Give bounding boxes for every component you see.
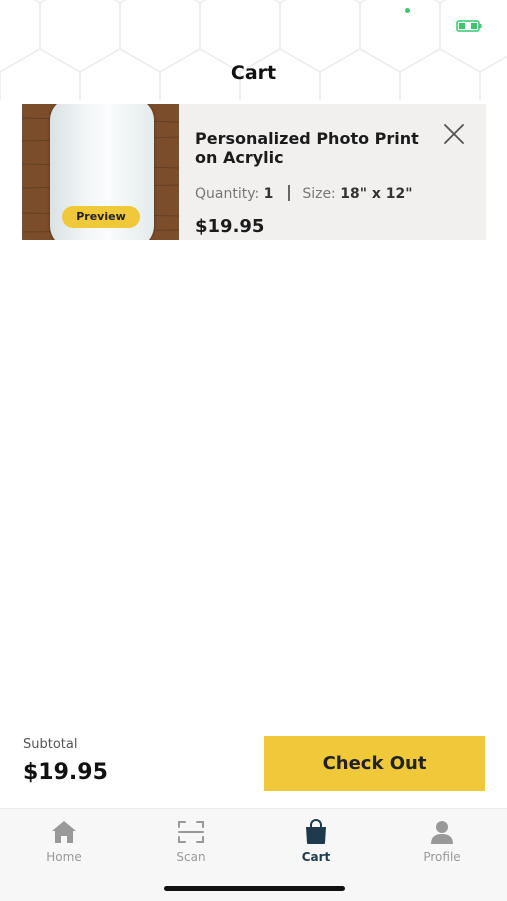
scan-icon (178, 821, 204, 843)
preview-button[interactable]: Preview (62, 206, 140, 228)
tab-label-cart: Cart (301, 850, 331, 864)
battery-icon (456, 20, 482, 32)
details-divider (287, 185, 290, 201)
status-indicator-dot (405, 8, 410, 13)
checkout-button[interactable]: Check Out (264, 736, 485, 791)
shopping-bag-icon (306, 819, 326, 844)
tab-label-home: Home (46, 850, 82, 864)
item-details: Quantity: 1 Size: 18" x 12" (195, 185, 413, 202)
close-icon[interactable] (442, 122, 466, 146)
profile-icon (431, 821, 453, 844)
tab-profile[interactable]: Profile (392, 819, 492, 864)
tab-cart[interactable]: Cart (266, 819, 366, 864)
tab-label-profile: Profile (423, 850, 461, 864)
home-indicator[interactable] (164, 886, 345, 891)
page-title: Cart (230, 62, 277, 84)
product-thumbnail[interactable]: Preview (22, 104, 179, 240)
tab-scan[interactable]: Scan (141, 819, 241, 864)
item-name: Personalized Photo Print on Acrylic (195, 129, 419, 167)
tab-label-scan: Scan (176, 850, 206, 864)
cart-item[interactable]: Preview Personalized Photo Print on Acry… (22, 104, 486, 240)
item-price: $19.95 (195, 216, 265, 237)
hexagon-pattern-background (0, 0, 507, 100)
quantity-value: 1 (263, 186, 274, 202)
subtotal-value: $19.95 (23, 760, 108, 785)
subtotal-label: Subtotal (23, 737, 78, 752)
bottom-tab-bar: Home Scan Cart Profile (0, 808, 507, 901)
size-value: 18" x 12" (340, 186, 413, 202)
size-label: Size: (302, 186, 336, 202)
home-icon (52, 821, 76, 843)
quantity-label: Quantity: (195, 186, 260, 202)
tab-home[interactable]: Home (14, 819, 114, 864)
